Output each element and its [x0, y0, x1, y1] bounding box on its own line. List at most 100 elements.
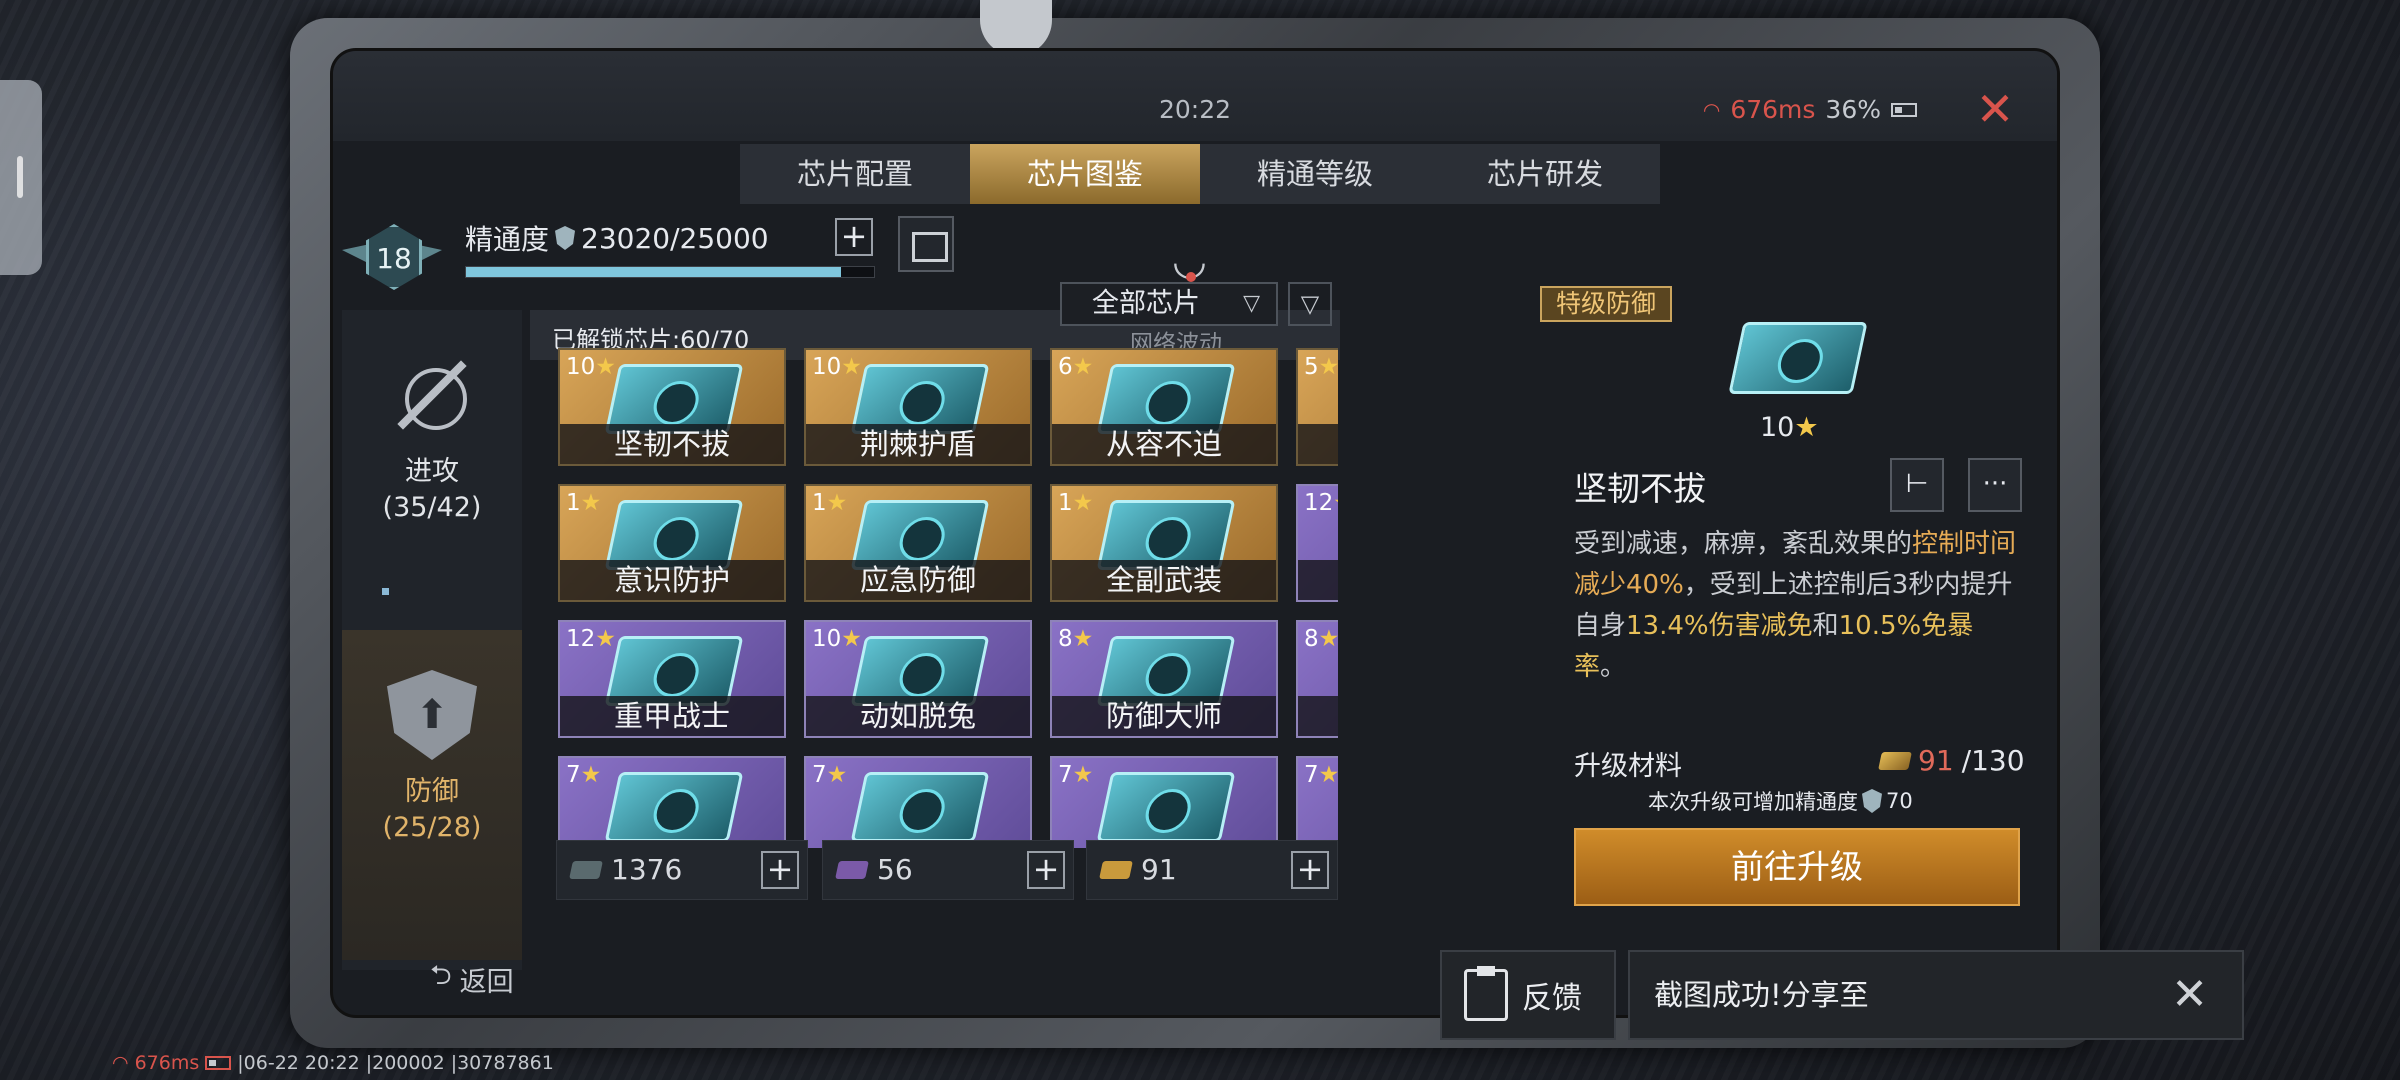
- battery-icon: [205, 1056, 232, 1070]
- rarity-tag: 特级防御: [1540, 286, 1673, 322]
- chip-level: 5★: [1304, 354, 1338, 380]
- add-resource-2-button[interactable]: +: [1027, 851, 1065, 889]
- chip-level: 8★: [1058, 626, 1094, 652]
- add-resource-1-button[interactable]: +: [761, 851, 799, 889]
- add-mastery-button[interactable]: +: [835, 218, 873, 256]
- selected-chip-image: [1728, 322, 1868, 394]
- chip-name: 荆棘护盾: [806, 424, 1030, 464]
- mastery-label: 精通度: [465, 223, 550, 256]
- feedback-button[interactable]: 反馈: [1440, 950, 1616, 1040]
- chip-name: 坚韧不拔: [560, 424, 784, 464]
- resource-1-value: 1376: [611, 853, 683, 886]
- chip-level: 7★: [566, 762, 602, 788]
- tab-bar: 芯片配置 芯片图鉴 精通等级 芯片研发: [740, 144, 1660, 204]
- toast-message: 截图成功!分享至: [1654, 978, 1869, 1012]
- chip-level: 1★: [566, 490, 602, 516]
- upgrade-mastery-note: 本次升级可增加精通度 70: [1648, 789, 1913, 814]
- chip-card[interactable]: 8★ 孤注一掷: [1296, 620, 1338, 738]
- chip-description: 受到减速，麻痹，紊乱效果的控制时间减少40%，受到上述控制后3秒内提升自身13.…: [1574, 529, 2017, 682]
- chip-level: 12★: [566, 626, 616, 652]
- level-number: 18: [376, 242, 412, 275]
- chip-name: 意识防护: [560, 560, 784, 600]
- nav-attack-label: 进攻: [405, 456, 459, 487]
- chip-level: 1★: [1058, 490, 1094, 516]
- side-drag-handle[interactable]: [0, 80, 42, 275]
- category-nav: 进攻 (35/42) 防御 (25/28): [342, 310, 522, 970]
- add-resource-3-button[interactable]: +: [1291, 851, 1329, 889]
- chip-name: 孤注一掷: [1298, 696, 1338, 736]
- tab-mastery-level[interactable]: 精通等级: [1200, 144, 1430, 204]
- chip-grid: 10★坚韧不拔10★荆棘护盾6★从容不迫5★坚如磐石1★意识防护1★应急防御1★…: [558, 348, 1338, 848]
- chevron-down-icon: ▽: [1243, 291, 1260, 316]
- clipboard-icon: [1464, 966, 1508, 1021]
- mastery-shield-icon: [1862, 789, 1882, 813]
- chip-card[interactable]: 8★ 防御大师: [1050, 620, 1278, 738]
- chip-card[interactable]: 7★: [804, 756, 1032, 848]
- chip-card[interactable]: 1★ 应急防御: [804, 484, 1032, 602]
- chip-card[interactable]: 7★: [558, 756, 786, 848]
- resource-2-value: 56: [877, 853, 913, 886]
- upgrade-material-label: 升级材料: [1574, 751, 1682, 782]
- chip-level: 7★: [1304, 762, 1338, 788]
- chip-level: 10★: [812, 354, 862, 380]
- chip-level: 10★: [812, 626, 862, 652]
- chip-card[interactable]: 6★ 从容不迫: [1050, 348, 1278, 466]
- chip-material-icon: [1099, 861, 1133, 879]
- tab-chip-catalog[interactable]: 芯片图鉴: [970, 144, 1200, 204]
- nav-defense-label: 防御: [405, 776, 459, 807]
- chip-card[interactable]: 10★ 动如脱兔: [804, 620, 1032, 738]
- chip-card[interactable]: 12★ 重甲战士: [558, 620, 786, 738]
- selected-chip-name: 坚韧不拔: [1574, 469, 1706, 508]
- nav-defense[interactable]: 防御 (25/28): [342, 630, 522, 960]
- network-wifi-icon: ◡: [1172, 238, 1207, 284]
- nav-attack[interactable]: 进攻 (35/42): [342, 310, 522, 610]
- chip-filter-dropdown[interactable]: 全部芯片 ▽: [1060, 282, 1278, 326]
- back-button[interactable]: ⮌ 返回: [430, 956, 514, 1002]
- chip-card[interactable]: 7★: [1050, 756, 1278, 848]
- chip-tree-icon[interactable]: ⊢: [1890, 458, 1944, 512]
- resource-3: 91 +: [1086, 840, 1338, 900]
- chip-card[interactable]: 5★ 坚如磐石: [1296, 348, 1338, 466]
- upgrade-material-count: 91/130: [1878, 744, 2025, 777]
- chip-material-icon: [835, 861, 869, 879]
- mastery-progress-bar: [465, 266, 875, 278]
- chip-card[interactable]: 7★: [1296, 756, 1338, 848]
- chip-level: 6★: [1058, 354, 1094, 380]
- mastery-display: 精通度 23020/25000: [465, 218, 769, 258]
- go-upgrade-button[interactable]: 前往升级: [1574, 828, 2020, 906]
- selected-chip-level: 10★: [1760, 412, 1819, 443]
- crosshair-icon: [387, 350, 477, 440]
- level-badge: 18: [342, 214, 442, 304]
- tab-chip-research[interactable]: 芯片研发: [1430, 144, 1660, 204]
- chip-material-icon: [569, 861, 603, 879]
- chip-level: 7★: [812, 762, 848, 788]
- wifi-icon: ◠: [112, 1052, 129, 1074]
- chip-card[interactable]: 12★ 特化护甲: [1296, 484, 1338, 602]
- screenshot-toast: 截图成功!分享至 ✕: [1628, 950, 2244, 1040]
- nav-attack-count: (35/42): [382, 492, 482, 523]
- mastery-shield-icon: [555, 226, 576, 250]
- chip-level: 8★: [1304, 626, 1338, 652]
- close-icon[interactable]: ✕: [2171, 952, 2208, 1038]
- chip-name: 全副武装: [1052, 560, 1276, 600]
- mastery-value: 23020/25000: [581, 221, 769, 255]
- filter-icon[interactable]: ▽: [1288, 282, 1332, 326]
- chip-card[interactable]: 1★ 意识防护: [558, 484, 786, 602]
- resource-3-value: 91: [1141, 853, 1177, 886]
- chip-card[interactable]: 1★ 全副武装: [1050, 484, 1278, 602]
- chip-level: 10★: [566, 354, 616, 380]
- shield-icon: [387, 670, 477, 760]
- resource-2: 56 +: [822, 840, 1074, 900]
- bottom-status-bar: ◠ 676ms |06-22 20:22 |200002 |30787861: [112, 1052, 554, 1074]
- tab-chip-config[interactable]: 芯片配置: [740, 144, 970, 204]
- chip-name: 动如脱兔: [806, 696, 1030, 736]
- more-options-icon[interactable]: ···: [1968, 458, 2022, 512]
- chip-card[interactable]: 10★ 坚韧不拔: [558, 348, 786, 466]
- mastery-info-icon[interactable]: [898, 216, 954, 272]
- chip-icon: [1096, 772, 1236, 842]
- chip-level: 12★: [1304, 490, 1338, 516]
- chip-card[interactable]: 10★ 荆棘护盾: [804, 348, 1032, 466]
- resource-1: 1376 +: [556, 840, 808, 900]
- chip-name: 特化护甲: [1298, 560, 1338, 600]
- chip-name: 坚如磐石: [1298, 424, 1338, 464]
